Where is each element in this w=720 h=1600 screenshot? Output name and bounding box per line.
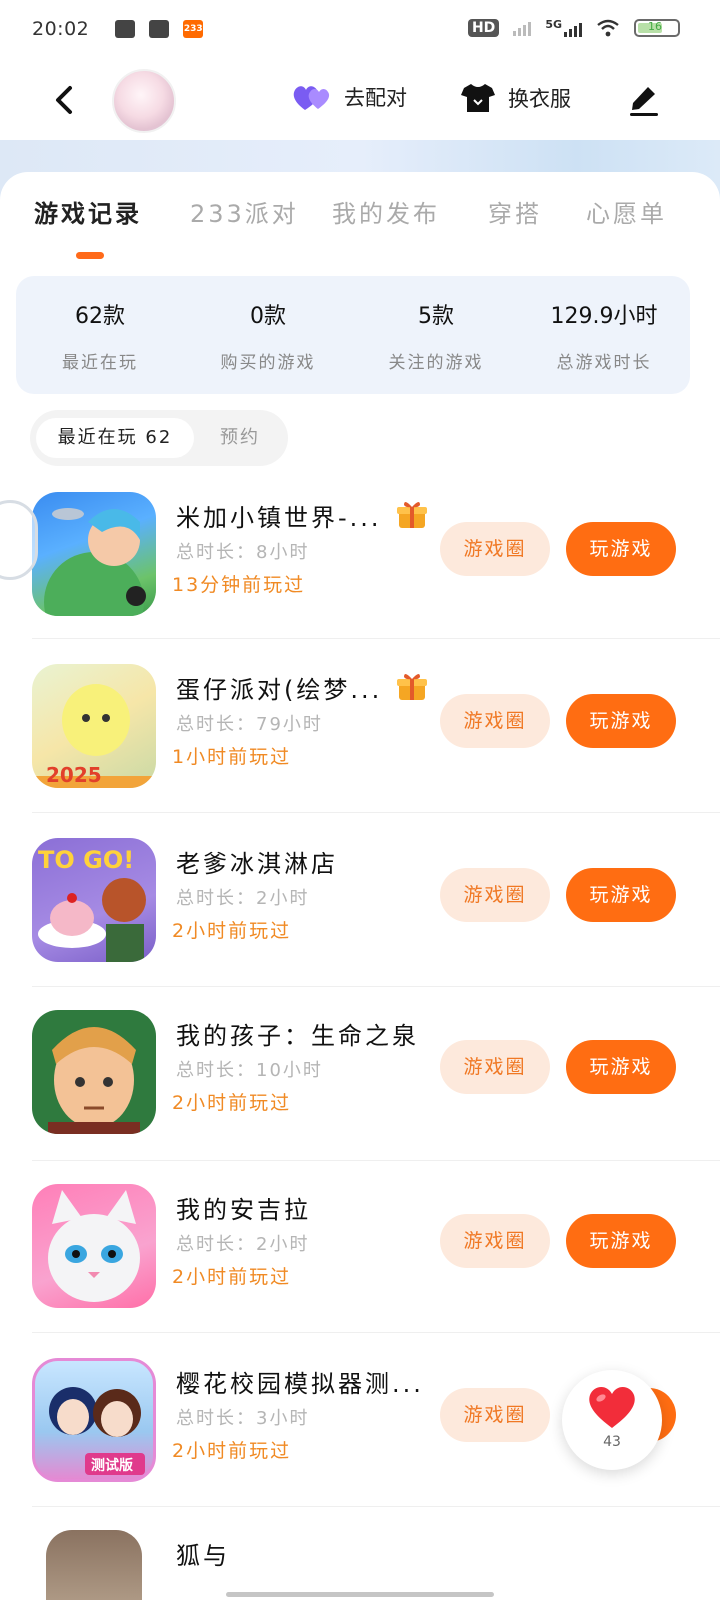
change-outfit-button[interactable]: 换衣服 bbox=[460, 82, 571, 114]
game-row[interactable]: 2025 蛋仔派对(绘梦... 总时长：79小时 1小时前玩过 游戏圈 玩游戏 bbox=[0, 664, 720, 836]
game-last-played: 2小时前玩过 bbox=[172, 920, 292, 942]
game-title: 狐与 bbox=[176, 1542, 230, 1570]
tab-wishlist[interactable]: 心愿单 bbox=[586, 194, 667, 229]
tab-233-party[interactable]: 233派对 bbox=[190, 194, 299, 229]
avatar[interactable] bbox=[112, 69, 176, 133]
play-game-button[interactable]: 玩游戏 bbox=[566, 1040, 676, 1094]
game-duration: 总时长：2小时 bbox=[176, 888, 310, 909]
home-indicator[interactable] bbox=[226, 1592, 494, 1597]
game-row[interactable]: 狐与 bbox=[0, 1530, 720, 1600]
game-circle-button[interactable]: 游戏圈 bbox=[440, 1388, 550, 1442]
game-icon[interactable] bbox=[32, 1184, 156, 1308]
signal-icon-2: 5G bbox=[545, 18, 582, 37]
stat-followed[interactable]: 5款 关注的游戏 bbox=[352, 298, 520, 373]
divider bbox=[32, 638, 720, 639]
video-icon bbox=[115, 20, 136, 38]
game-title: 米加小镇世界-... bbox=[176, 504, 382, 532]
match-button[interactable]: 去配对 bbox=[292, 82, 407, 112]
stat-total-time[interactable]: 129.9小时 总游戏时长 bbox=[520, 298, 688, 373]
hd-icon: HD bbox=[467, 18, 500, 37]
assistant-float-icon[interactable] bbox=[0, 500, 38, 580]
game-last-played: 13分钟前玩过 bbox=[172, 574, 306, 596]
filter-reserved[interactable]: 预约 bbox=[220, 418, 260, 458]
like-float-button[interactable]: 43 bbox=[562, 1370, 662, 1470]
status-time: 20:02 bbox=[32, 18, 90, 40]
app-notification-icon bbox=[149, 20, 170, 38]
game-circle-button[interactable]: 游戏圈 bbox=[440, 1214, 550, 1268]
change-outfit-label: 换衣服 bbox=[508, 87, 571, 111]
stats-panel: 62款 最近在玩 0款 购买的游戏 5款 关注的游戏 129.9小时 总游戏时长 bbox=[16, 276, 690, 394]
game-icon[interactable] bbox=[32, 492, 156, 616]
game-icon[interactable]: TO GO! bbox=[32, 838, 156, 962]
stat-purchased[interactable]: 0款 购买的游戏 bbox=[184, 298, 352, 373]
tab-my-posts[interactable]: 我的发布 bbox=[332, 194, 440, 229]
like-count: 43 bbox=[603, 1434, 621, 1450]
game-title: 我的安吉拉 bbox=[176, 1196, 311, 1224]
game-icon[interactable] bbox=[32, 1010, 156, 1134]
game-row[interactable]: TO GO! 老爹冰淇淋店 总时长：2小时 2小时前玩过 游戏圈 玩游戏 bbox=[0, 838, 720, 1010]
edit-icon[interactable] bbox=[626, 82, 662, 118]
divider bbox=[32, 1506, 720, 1507]
wifi-icon bbox=[597, 19, 619, 36]
game-duration: 总时长：79小时 bbox=[176, 714, 323, 735]
battery-icon: 16 bbox=[634, 18, 680, 37]
game-duration: 总时长：10小时 bbox=[176, 1060, 323, 1081]
233-notification-icon: 233 bbox=[183, 20, 204, 38]
tab-outfits[interactable]: 穿搭 bbox=[488, 194, 542, 229]
back-arrow-icon[interactable] bbox=[46, 80, 86, 120]
game-duration: 总时长：8小时 bbox=[176, 542, 310, 563]
play-game-button[interactable]: 玩游戏 bbox=[566, 522, 676, 576]
game-title: 老爹冰淇淋店 bbox=[176, 850, 338, 878]
game-duration: 总时长：3小时 bbox=[176, 1408, 310, 1429]
tab-game-records[interactable]: 游戏记录 bbox=[34, 194, 142, 229]
hearts-icon bbox=[293, 86, 330, 110]
top-header: 去配对 换衣服 bbox=[0, 58, 720, 148]
heart-icon bbox=[589, 1386, 635, 1428]
stat-recent[interactable]: 62款 最近在玩 bbox=[16, 298, 184, 373]
status-bar: 20:02 233 HD 5G 16 bbox=[0, 0, 720, 58]
divider bbox=[32, 986, 720, 987]
tshirt-icon bbox=[461, 84, 495, 112]
game-row[interactable]: 我的孩子：生命之泉 总时长：10小时 2小时前玩过 游戏圈 玩游戏 bbox=[0, 1010, 720, 1182]
game-last-played: 2小时前玩过 bbox=[172, 1440, 292, 1462]
match-label: 去配对 bbox=[344, 86, 407, 110]
divider bbox=[32, 812, 720, 813]
game-duration: 总时长：2小时 bbox=[176, 1234, 310, 1255]
game-circle-button[interactable]: 游戏圈 bbox=[440, 868, 550, 922]
play-game-button[interactable]: 玩游戏 bbox=[566, 694, 676, 748]
game-icon[interactable]: 测试版 bbox=[32, 1358, 156, 1482]
svg-text:测试版: 测试版 bbox=[91, 1457, 133, 1474]
game-last-played: 2小时前玩过 bbox=[172, 1092, 292, 1114]
play-game-button[interactable]: 玩游戏 bbox=[566, 868, 676, 922]
play-game-button[interactable]: 玩游戏 bbox=[566, 1214, 676, 1268]
game-circle-button[interactable]: 游戏圈 bbox=[440, 522, 550, 576]
tab-bar: 游戏记录 233派对 我的发布 穿搭 心愿单 bbox=[0, 194, 720, 244]
game-circle-button[interactable]: 游戏圈 bbox=[440, 1040, 550, 1094]
signal-icon-1 bbox=[513, 20, 532, 36]
game-title: 我的孩子：生命之泉 bbox=[176, 1022, 419, 1050]
game-last-played: 2小时前玩过 bbox=[172, 1266, 292, 1288]
game-last-played: 1小时前玩过 bbox=[172, 746, 292, 768]
game-title: 樱花校园模拟器测... bbox=[176, 1370, 424, 1398]
svg-text:2025: 2025 bbox=[46, 763, 102, 787]
game-icon[interactable]: 2025 bbox=[32, 664, 156, 788]
game-icon[interactable] bbox=[46, 1530, 142, 1600]
gift-icon[interactable] bbox=[396, 500, 428, 530]
game-row[interactable]: 我的安吉拉 总时长：2小时 2小时前玩过 游戏圈 玩游戏 bbox=[0, 1184, 720, 1356]
divider bbox=[32, 1160, 720, 1161]
game-circle-button[interactable]: 游戏圈 bbox=[440, 694, 550, 748]
filter-toggle: 最近在玩 62 预约 bbox=[30, 410, 288, 466]
gift-icon[interactable] bbox=[396, 672, 428, 702]
svg-text:TO GO!: TO GO! bbox=[38, 846, 134, 874]
tab-active-indicator bbox=[76, 252, 104, 259]
game-title: 蛋仔派对(绘梦... bbox=[176, 676, 383, 704]
divider bbox=[32, 1332, 720, 1333]
filter-recent[interactable]: 最近在玩 62 bbox=[36, 418, 194, 458]
